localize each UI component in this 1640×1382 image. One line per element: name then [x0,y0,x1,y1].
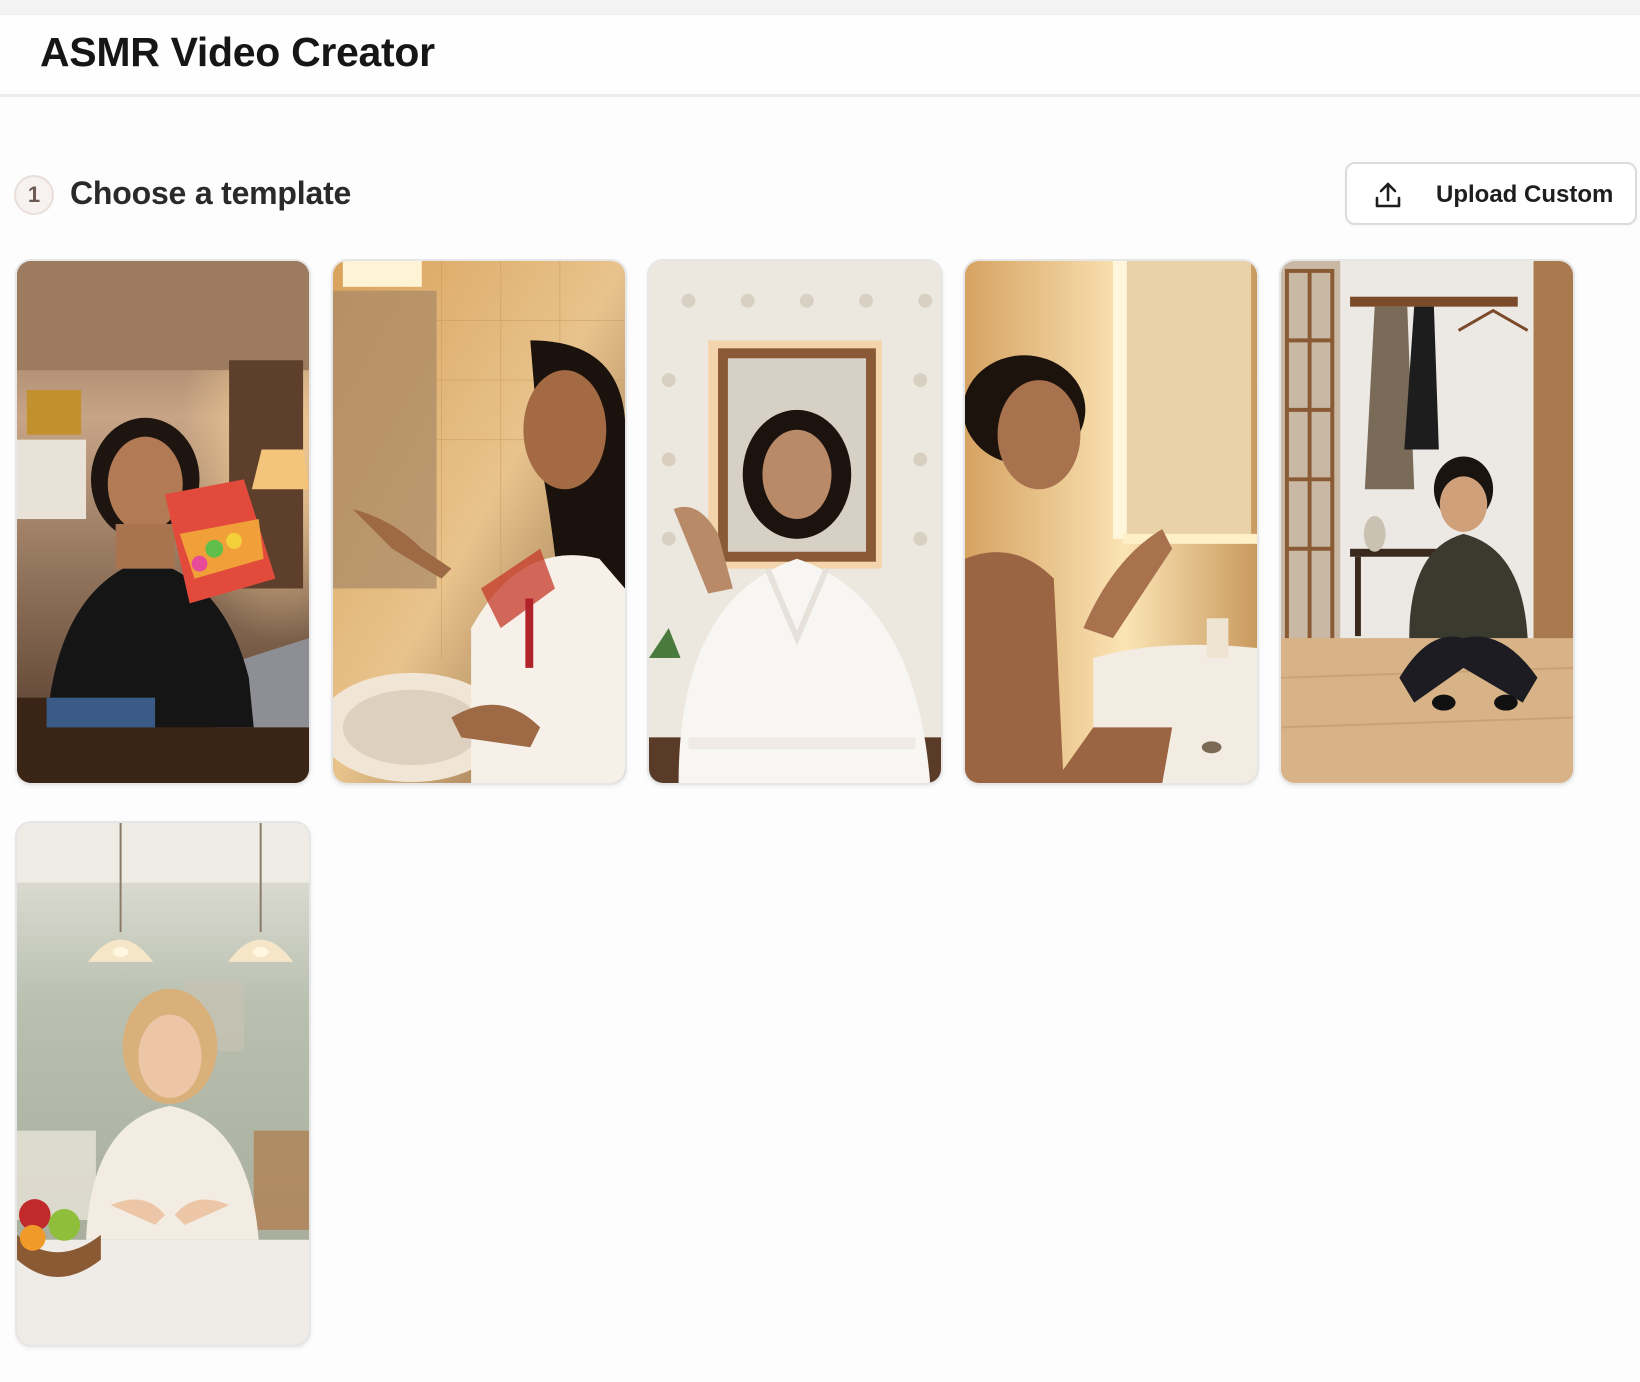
step-number-badge: 1 [14,175,54,215]
template-thumbnail [17,261,309,783]
app-header: ASMR Video Creator [0,15,1640,97]
template-thumbnail [649,261,941,783]
template-card-bathroom-blouse[interactable] [331,259,627,785]
template-thumbnail [333,261,625,783]
upload-custom-label: Upload Custom [1436,181,1614,208]
template-card-bedroom-candy[interactable] [15,259,311,785]
upload-icon [1373,180,1403,210]
browser-top-strip [0,0,1640,15]
template-card-vanity-light[interactable] [963,259,1259,785]
upload-custom-button[interactable]: Upload Custom [1345,162,1637,225]
template-card-hallway-man[interactable] [1279,259,1575,785]
template-thumbnail [17,823,309,1345]
template-card-mirror-bathrobe[interactable] [647,259,943,785]
template-thumbnail [1281,261,1573,783]
template-thumbnail [965,261,1257,783]
template-card-kitchen-fruit[interactable] [15,821,311,1347]
section-title: Choose a template [70,175,352,211]
app-title: ASMR Video Creator [40,29,435,75]
